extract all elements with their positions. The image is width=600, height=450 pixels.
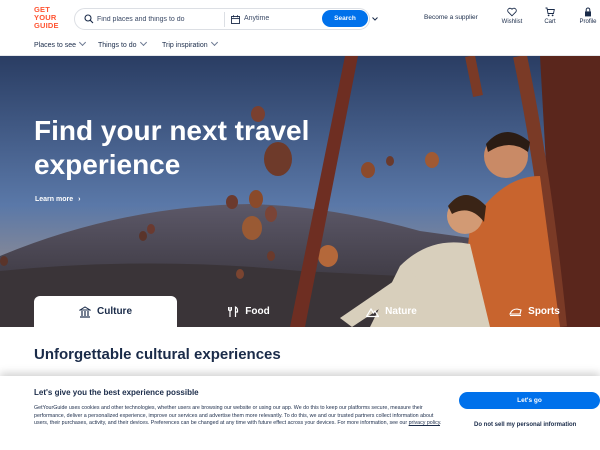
tab-label: Sports [528,306,560,317]
wishlist-button[interactable]: Wishlist [495,7,529,25]
nav-things-to-do[interactable]: Things to do [98,38,147,49]
become-supplier-link[interactable]: Become a supplier [424,14,478,21]
profile-button[interactable]: Profile [571,7,600,25]
privacy-policy-link[interactable]: privacy policy [409,420,440,426]
logo[interactable]: GET YOUR GUIDE [34,6,64,30]
tab-sports[interactable]: Sports [463,296,600,327]
cookie-banner: Let's give you the best experience possi… [0,376,600,450]
tab-nature[interactable]: Nature [320,296,463,327]
cart-button[interactable]: Cart [533,7,567,25]
museum-icon [79,305,91,318]
cookie-description: GetYourGuide uses cookies and other tech… [34,405,442,427]
top-header: GET YOUR GUIDE Anytime Search Become a s… [0,0,600,38]
cookie-title: Let's give you the best experience possi… [34,388,199,397]
chevron-right-icon: › [78,196,81,203]
chevron-down-icon [372,17,378,21]
tab-food[interactable]: Food [177,296,320,327]
do-not-sell-link[interactable]: Do not sell my personal information [474,422,576,428]
nav-label: Places to see [34,42,77,49]
search-input[interactable] [97,12,217,27]
nav-places-to-see[interactable]: Places to see [34,38,87,49]
chevron-down-icon [210,38,218,47]
accept-cookies-button[interactable]: Let's go [459,392,600,409]
heart-icon [507,7,517,17]
tab-culture[interactable]: Culture [34,296,177,327]
search-button[interactable]: Search [322,10,368,27]
nav-label: Trip inspiration [162,42,208,49]
chevron-down-icon [139,38,147,47]
learn-more-label: Learn more [35,196,74,203]
search-icon [84,14,94,24]
lock-icon [585,7,591,17]
category-tabs: Culture Food Nature Sports [0,296,600,327]
cutlery-icon [228,305,239,317]
logo-line-3: GUIDE [34,21,59,30]
tab-label: Nature [385,306,417,317]
mountain-icon [366,307,380,317]
main-nav: Places to see Things to do Trip inspirat… [0,38,600,56]
hero-image [0,56,600,327]
chevron-down-icon [78,38,87,47]
cart-icon [545,7,555,17]
tab-label: Food [245,306,270,317]
date-label: Anytime [244,15,270,22]
nav-trip-inspiration[interactable]: Trip inspiration [162,38,218,49]
calendar-icon [231,15,240,24]
tab-label: Culture [97,306,132,317]
sports-icon [509,307,522,316]
cart-label: Cart [544,19,556,25]
hero-banner: Find your next travel experience Learn m… [0,56,600,327]
wishlist-label: Wishlist [501,19,523,25]
profile-label: Profile [579,19,597,25]
search-divider [224,12,225,27]
learn-more-link[interactable]: Learn more › [35,196,80,203]
cookie-body: GetYourGuide uses cookies and other tech… [34,405,434,427]
hero-title: Find your next travel experience [34,115,310,180]
nav-label: Things to do [98,42,137,49]
section-title: Unforgettable cultural experiences [34,346,281,363]
